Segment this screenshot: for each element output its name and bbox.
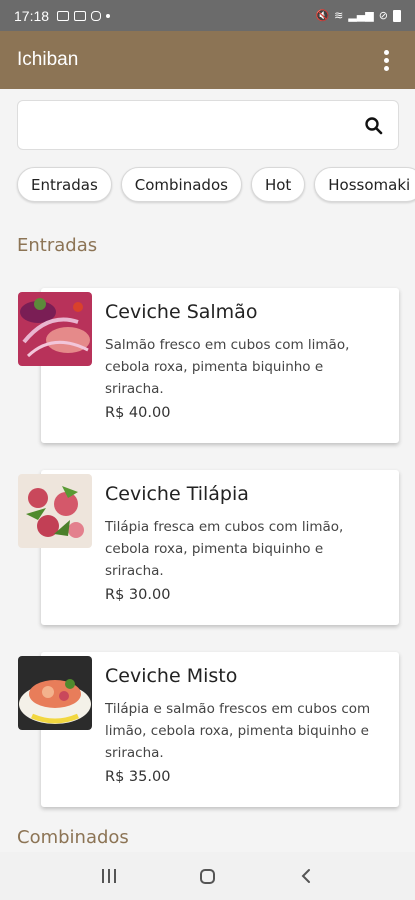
back-button[interactable] bbox=[281, 856, 331, 896]
signal-icon: ▂▄▆ bbox=[348, 9, 374, 22]
chip-hot[interactable]: Hot bbox=[250, 167, 306, 202]
item-photo bbox=[18, 292, 92, 366]
item-description: Tilápia fresca em cubos com limão, cebol… bbox=[105, 519, 344, 579]
search-icon[interactable] bbox=[364, 116, 384, 136]
screen-icon bbox=[74, 10, 87, 21]
item-photo bbox=[18, 474, 92, 548]
item-price: R$ 30.00 bbox=[105, 587, 171, 603]
home-icon bbox=[199, 868, 215, 884]
wifi-icon: ≋ bbox=[334, 9, 344, 22]
status-bar: 17:18 🔇 ≋ ▂▄▆ ⊘ bbox=[0, 0, 415, 31]
category-chips: Entradas Combinados Hot Hossomaki bbox=[17, 167, 415, 202]
status-time: 17:18 bbox=[14, 7, 50, 24]
menu-content[interactable]: Entradas Combinados Hot Hossomaki Entrad… bbox=[0, 89, 415, 852]
chip-entradas[interactable]: Entradas bbox=[17, 167, 112, 202]
system-icons: 🔇 ≋ ▂▄▆ ⊘ bbox=[315, 9, 401, 22]
item-price: R$ 35.00 bbox=[105, 769, 171, 785]
recents-icon bbox=[102, 869, 117, 883]
menu-item-card[interactable]: Ceviche Salmão Salmão fresco em cubos co… bbox=[41, 288, 399, 443]
chip-hossomaki[interactable]: Hossomaki bbox=[314, 167, 415, 202]
chip-combinados[interactable]: Combinados bbox=[120, 167, 242, 202]
instagram-icon bbox=[91, 10, 102, 21]
home-button[interactable] bbox=[182, 856, 232, 896]
more-notifications-icon bbox=[106, 13, 111, 18]
item-price: R$ 40.00 bbox=[105, 405, 171, 421]
system-nav-bar bbox=[0, 852, 415, 900]
menu-item-card[interactable]: Ceviche Tilápia Tilápia fresca em cubos … bbox=[41, 470, 399, 625]
app-bar: Ichiban bbox=[0, 31, 415, 89]
search-input[interactable] bbox=[18, 101, 338, 149]
image-icon bbox=[57, 10, 70, 21]
overflow-menu-icon[interactable] bbox=[374, 45, 398, 75]
item-description: Salmão fresco em cubos com limão, cebola… bbox=[105, 337, 350, 397]
battery-icon bbox=[393, 9, 401, 22]
notification-icons bbox=[57, 10, 111, 21]
item-name: Ceviche Salmão bbox=[105, 301, 258, 323]
section-title-entradas: Entradas bbox=[17, 235, 98, 256]
menu-item-card[interactable]: Ceviche Misto Tilápia e salmão frescos e… bbox=[41, 652, 399, 807]
item-name: Ceviche Misto bbox=[105, 665, 238, 687]
mute-icon: 🔇 bbox=[315, 9, 330, 22]
back-icon bbox=[301, 869, 310, 883]
search-bar bbox=[17, 100, 399, 150]
item-photo bbox=[18, 656, 92, 730]
app-title: Ichiban bbox=[17, 49, 79, 70]
recents-button[interactable] bbox=[84, 856, 134, 896]
item-name: Ceviche Tilápia bbox=[105, 483, 249, 505]
section-title-combinados: Combinados bbox=[17, 827, 129, 848]
do-not-disturb-icon: ⊘ bbox=[378, 9, 388, 22]
item-description: Tilápia e salmão frescos em cubos com li… bbox=[105, 701, 371, 761]
